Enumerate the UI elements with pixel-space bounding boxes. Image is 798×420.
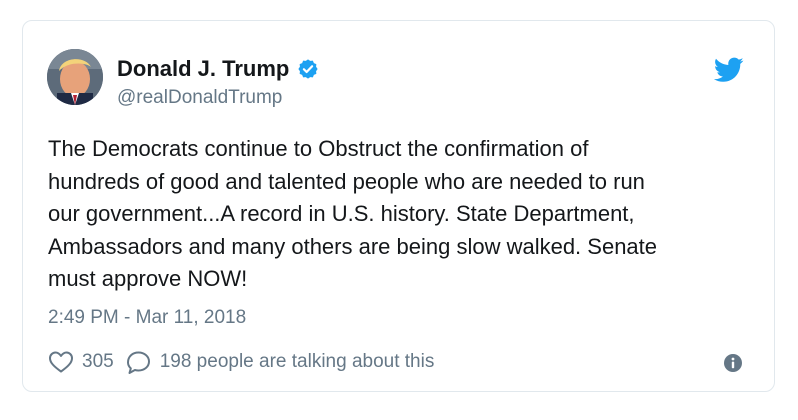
verified-badge-icon (298, 59, 318, 79)
tweet-actions: 305 198 people are talking about this (48, 348, 434, 376)
tweet-timestamp[interactable]: 2:49 PM - Mar 11, 2018 (48, 307, 246, 329)
author-row[interactable]: Donald J. Trump (117, 55, 319, 83)
avatar-image (47, 49, 103, 105)
author-handle[interactable]: @realDonaldTrump (117, 87, 282, 109)
speech-bubble-icon[interactable] (126, 350, 152, 375)
tweet-card[interactable]: Donald J. Trump @realDonaldTrump The Dem… (22, 20, 775, 392)
talking-count[interactable]: 198 people are talking about this (160, 351, 435, 373)
like-count[interactable]: 305 (82, 351, 114, 373)
heart-icon[interactable] (48, 350, 74, 374)
avatar[interactable] (47, 49, 103, 105)
tweet-text: The Democrats continue to Obstruct the c… (48, 136, 658, 291)
info-icon[interactable] (724, 354, 742, 372)
author-name[interactable]: Donald J. Trump (117, 56, 289, 82)
twitter-bird-icon[interactable] (714, 57, 744, 83)
